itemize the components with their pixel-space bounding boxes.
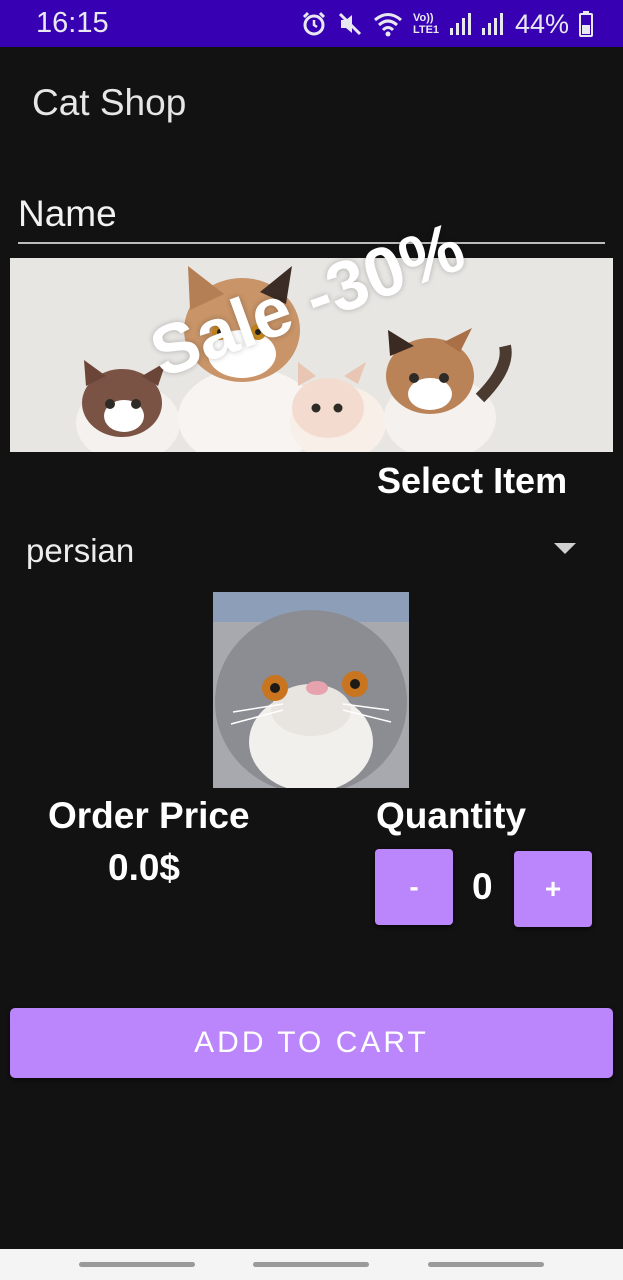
selected-item: persian [26, 532, 135, 569]
order-price-value: 0.0$ [108, 847, 181, 888]
add-to-cart-button[interactable]: ADD TO CART [10, 1008, 613, 1078]
name-input[interactable] [18, 188, 605, 240]
name-field[interactable] [18, 188, 605, 244]
status-bar: 16:15 Vo)) LTE1 44% [0, 0, 623, 47]
select-item-label: Select Item [377, 460, 568, 501]
alarm-icon [302, 11, 326, 36]
app-title: Cat Shop [32, 82, 187, 123]
mute-icon [338, 12, 362, 36]
nav-recents-button[interactable] [79, 1262, 195, 1267]
navigation-bar [0, 1249, 623, 1280]
battery-percent: 44% [514, 8, 569, 39]
decrement-button[interactable]: - [375, 849, 453, 925]
nav-back-button[interactable] [428, 1262, 544, 1267]
quantity-value: 0 [472, 866, 493, 907]
battery-icon [579, 11, 593, 37]
quantity-label: Quantity [376, 795, 527, 836]
signal-icon [481, 13, 503, 35]
increment-button[interactable]: + [514, 851, 592, 927]
persian-cat-image [213, 592, 409, 788]
persian-cat-illustration [213, 592, 409, 788]
nav-home-button[interactable] [253, 1262, 369, 1267]
status-time: 16:15 [36, 7, 109, 39]
signal-icon [449, 13, 471, 35]
status-icons: Vo)) LTE1 44% [301, 7, 593, 41]
dropdown-arrow-icon[interactable] [554, 543, 576, 554]
order-price-label: Order Price [48, 795, 250, 836]
wifi-icon [373, 13, 402, 37]
volte-icon: Vo)) LTE1 [412, 12, 440, 36]
item-spinner[interactable]: persian [10, 520, 608, 582]
